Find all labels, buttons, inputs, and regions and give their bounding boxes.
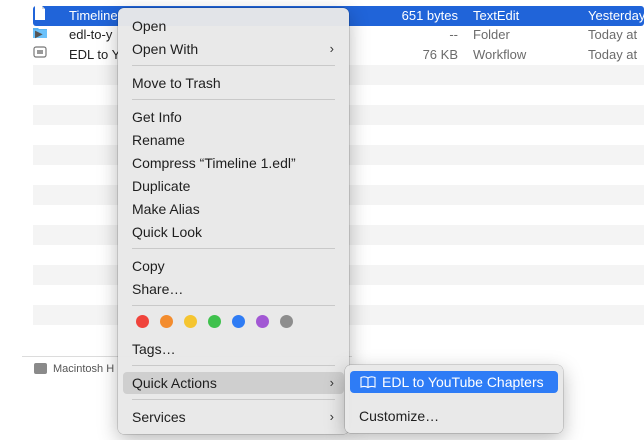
text-document-icon xyxy=(35,6,45,20)
menu-item-label: Rename xyxy=(132,132,185,148)
menu-item-label: Move to Trash xyxy=(132,75,221,91)
file-size: 76 KB xyxy=(422,47,458,62)
menu-item-label: Tags… xyxy=(132,341,176,357)
menu-item-rename[interactable]: Rename xyxy=(123,129,344,151)
menu-item-label: Quick Actions xyxy=(132,375,217,391)
menu-item-share[interactable]: Share… xyxy=(123,278,344,300)
file-date: Today at xyxy=(588,27,638,42)
tag-color-dot[interactable] xyxy=(136,315,149,328)
menu-item-label: Copy xyxy=(132,258,165,274)
file-name: Timeline xyxy=(69,8,118,23)
disclosure-triangle-icon[interactable]: ▶ xyxy=(35,25,43,45)
menu-item-label: Get Info xyxy=(132,109,182,125)
file-name: edl-to-y xyxy=(69,27,113,42)
menu-item-label: Open xyxy=(132,18,167,34)
menu-item-get-info[interactable]: Get Info xyxy=(123,106,344,128)
quick-actions-submenu: EDL to YouTube Chapters Customize… xyxy=(345,365,563,433)
file-date: Today at xyxy=(588,47,638,62)
menu-separator xyxy=(132,305,335,306)
workflow-icon xyxy=(33,46,47,58)
hard-drive-icon[interactable] xyxy=(34,363,47,374)
tag-color-dot[interactable] xyxy=(280,315,293,328)
file-kind: Workflow xyxy=(473,47,527,62)
path-bar-label[interactable]: Macintosh H xyxy=(53,357,114,381)
menu-separator xyxy=(132,248,335,249)
menu-item-label: Share… xyxy=(132,281,184,297)
tag-color-dot[interactable] xyxy=(184,315,197,328)
menu-item-label: Duplicate xyxy=(132,178,191,194)
file-size: 651 bytes xyxy=(401,8,458,23)
menu-item-customize[interactable]: Customize… xyxy=(350,405,558,427)
menu-separator xyxy=(132,99,335,100)
tag-color-dot[interactable] xyxy=(208,315,221,328)
chevron-right-icon: › xyxy=(329,41,334,56)
tag-color-dot[interactable] xyxy=(160,315,173,328)
menu-item-label: Quick Look xyxy=(132,224,203,240)
chevron-right-icon: › xyxy=(329,375,334,390)
menu-item-edl-to-youtube-chapters[interactable]: EDL to YouTube Chapters xyxy=(350,371,558,393)
menu-item-label: Compress “Timeline 1.edl” xyxy=(132,155,296,171)
menu-item-label: Make Alias xyxy=(132,201,200,217)
menu-item-duplicate[interactable]: Duplicate xyxy=(123,175,344,197)
context-menu: Open Open With › Move to Trash Get Info R… xyxy=(118,8,349,434)
menu-item-label: Services xyxy=(132,409,186,425)
menu-item-label: Customize… xyxy=(359,408,440,424)
menu-item-label: EDL to YouTube Chapters xyxy=(382,374,544,390)
menu-item-quick-look[interactable]: Quick Look xyxy=(123,221,344,243)
menu-item-compress[interactable]: Compress “Timeline 1.edl” xyxy=(123,152,344,174)
menu-item-services[interactable]: Services › xyxy=(123,406,344,428)
file-name: EDL to Y xyxy=(69,47,121,62)
chevron-right-icon: › xyxy=(329,409,334,424)
tag-color-dot[interactable] xyxy=(232,315,245,328)
menu-item-copy[interactable]: Copy xyxy=(123,255,344,277)
menu-separator xyxy=(132,65,335,66)
menu-separator xyxy=(132,365,335,366)
file-date: Yesterday xyxy=(588,8,644,23)
menu-item-tags[interactable]: Tags… xyxy=(123,338,344,360)
book-icon xyxy=(360,376,376,388)
menu-item-make-alias[interactable]: Make Alias xyxy=(123,198,344,220)
menu-item-label: Open With xyxy=(132,41,199,57)
file-kind: TextEdit xyxy=(473,8,520,23)
file-size: -- xyxy=(449,27,458,42)
menu-item-open-with[interactable]: Open With › xyxy=(123,38,344,60)
menu-item-quick-actions[interactable]: Quick Actions › xyxy=(123,372,344,394)
tag-color-dot[interactable] xyxy=(256,315,269,328)
menu-item-open[interactable]: Open xyxy=(123,15,344,37)
file-kind: Folder xyxy=(473,27,510,42)
menu-item-move-to-trash[interactable]: Move to Trash xyxy=(123,72,344,94)
menu-separator xyxy=(132,399,335,400)
